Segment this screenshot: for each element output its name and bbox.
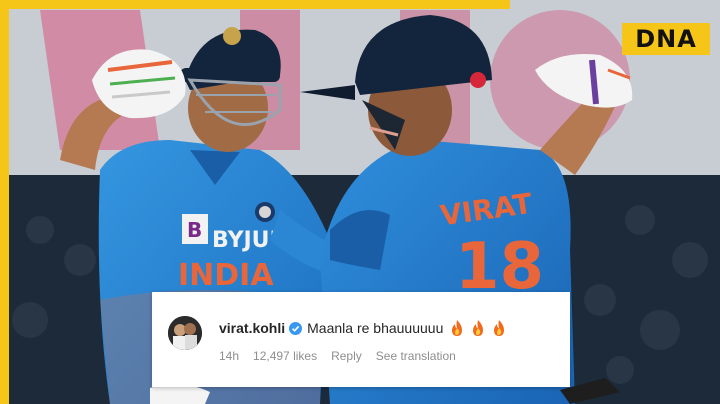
fire-emoji-icon: [471, 320, 485, 336]
avatar-photo-icon: [168, 316, 202, 350]
avatar[interactable]: [168, 316, 202, 350]
see-translation-button[interactable]: See translation: [376, 349, 456, 363]
dna-logo: DNA: [622, 23, 710, 55]
comment-timestamp: 14h: [219, 349, 240, 363]
comment-likes[interactable]: 12,497 likes: [253, 349, 317, 363]
comment-meta-row: 14h 12,497 likes Reply See translation: [219, 349, 470, 363]
frame-top-border: [0, 0, 510, 9]
comment-username[interactable]: virat.kohli: [219, 320, 285, 336]
verified-badge-icon: [289, 321, 303, 335]
comment-line: virat.kohli Maanla re bhauuuuuu: [219, 320, 506, 336]
comment-text: Maanla re bhauuuuuu: [307, 320, 444, 336]
instagram-comment-card: virat.kohli Maanla re bhauuuuuu 14h 12,4…: [152, 292, 570, 387]
svg-text:B: B: [187, 218, 202, 242]
fire-emoji-icon: [450, 320, 464, 336]
reply-button[interactable]: Reply: [331, 349, 362, 363]
left-country-text: INDIA: [178, 258, 274, 293]
frame-left-border: [0, 0, 9, 404]
fire-emoji-icon: [492, 320, 506, 336]
